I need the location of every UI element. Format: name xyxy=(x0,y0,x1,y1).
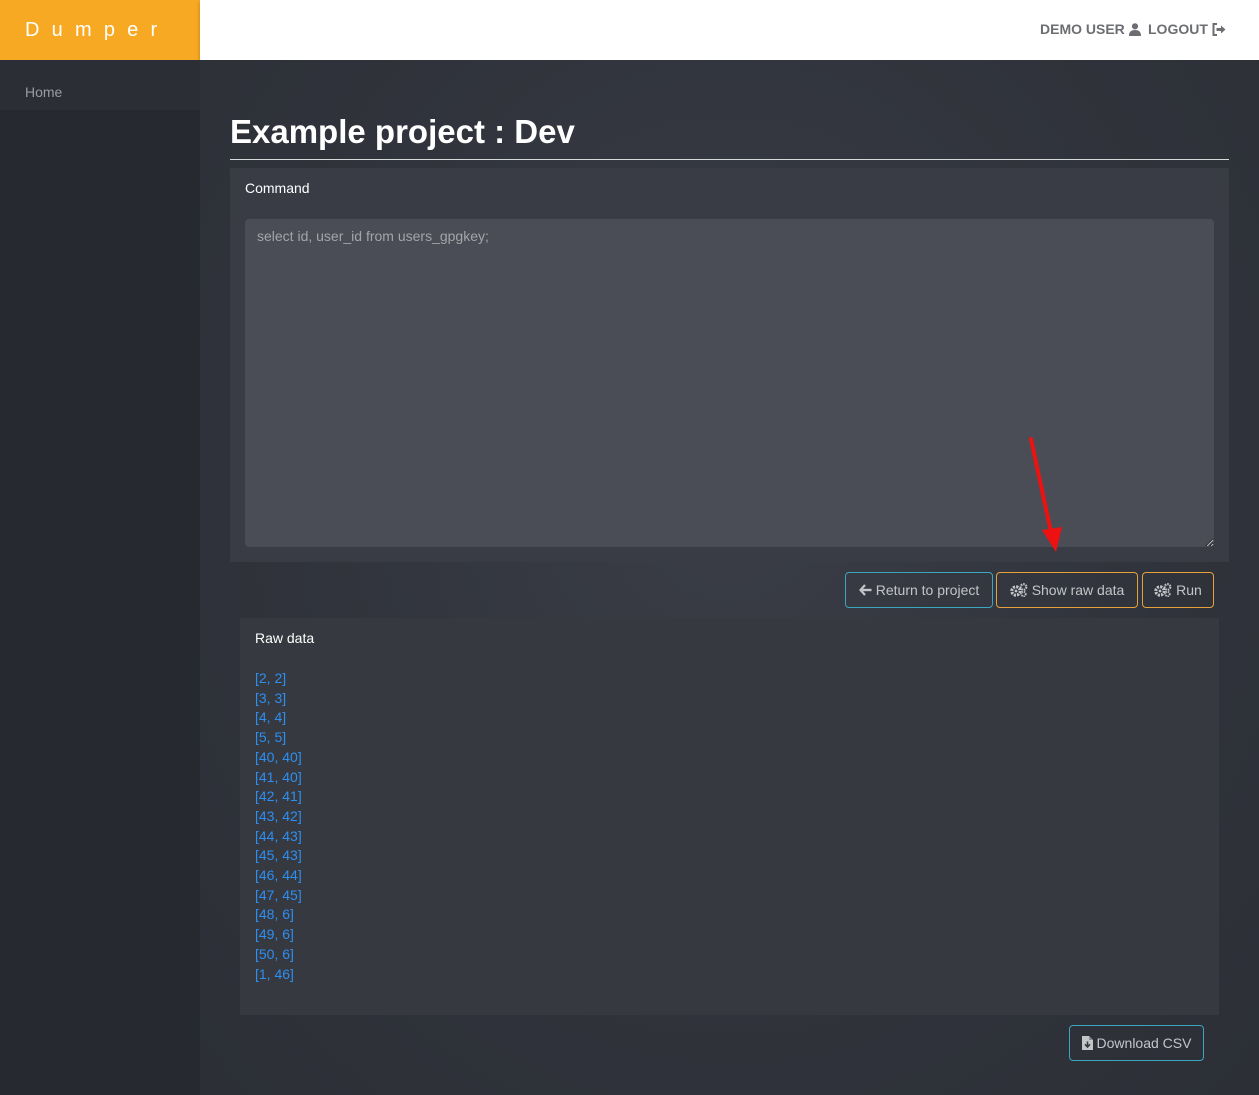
raw-data-row: [47, 45] xyxy=(255,886,302,903)
file-download-icon xyxy=(1081,1036,1093,1050)
raw-data-row: [40, 40] xyxy=(255,748,302,765)
user-name: DEMO USER xyxy=(1040,21,1125,37)
command-input[interactable] xyxy=(245,219,1214,547)
raw-data-label: Raw data xyxy=(255,630,315,646)
download-csv-label: Download CSV xyxy=(1096,1035,1192,1051)
logout-link[interactable]: LOGOUT xyxy=(1148,20,1226,38)
sidebar: Home xyxy=(0,60,200,1095)
sign-out-icon xyxy=(1212,22,1226,36)
title-divider xyxy=(230,159,1229,160)
raw-data-list: [2, 2] [3, 3] [4, 4] [5, 5] [40, 40] [41… xyxy=(255,669,302,984)
raw-data-row: [44, 43] xyxy=(255,827,302,844)
return-to-project-button[interactable]: Return to project xyxy=(845,572,993,608)
user-icon xyxy=(1128,22,1141,36)
raw-data-row: [48, 6] xyxy=(255,906,294,923)
run-button[interactable]: Run xyxy=(1142,572,1214,608)
return-to-project-label: Return to project xyxy=(875,582,980,598)
raw-data-row: [49, 6] xyxy=(255,926,294,943)
raw-data-row: [3, 3] xyxy=(255,689,287,706)
brand-logo[interactable]: Dumper xyxy=(0,0,200,60)
raw-data-row: [42, 41] xyxy=(255,788,302,805)
raw-data-row: [5, 5] xyxy=(255,729,287,746)
gears-icon xyxy=(1009,583,1028,597)
raw-data-row: [43, 42] xyxy=(255,807,302,824)
raw-data-row: [1, 46] xyxy=(255,965,294,982)
raw-data-row: [41, 40] xyxy=(255,768,302,785)
page-title: Example project : Dev xyxy=(230,113,575,150)
command-panel: Command xyxy=(230,168,1229,562)
command-label: Command xyxy=(245,180,310,196)
raw-data-panel: Raw data [2, 2] [3, 3] [4, 4] [5, 5] [40… xyxy=(240,618,1219,1015)
top-navbar: DEMO USER LOGOUT xyxy=(200,0,1259,60)
show-raw-data-label: Show raw data xyxy=(1031,582,1125,598)
main-content: Example project : Dev Command Return to … xyxy=(200,60,1259,1095)
user-menu[interactable]: DEMO USER xyxy=(1040,20,1141,38)
sidebar-item-home[interactable]: Home xyxy=(0,60,200,110)
download-csv-button[interactable]: Download CSV xyxy=(1069,1025,1204,1061)
logout-label: LOGOUT xyxy=(1148,21,1208,37)
raw-data-row: [50, 6] xyxy=(255,945,294,962)
arrow-left-icon xyxy=(858,584,872,596)
raw-data-row: [46, 44] xyxy=(255,867,302,884)
gears-icon xyxy=(1154,583,1172,597)
run-label: Run xyxy=(1176,582,1202,598)
raw-data-row: [45, 43] xyxy=(255,847,302,864)
show-raw-data-button[interactable]: Show raw data xyxy=(996,572,1138,608)
raw-data-row: [2, 2] xyxy=(255,670,287,686)
raw-data-row: [4, 4] xyxy=(255,709,287,726)
